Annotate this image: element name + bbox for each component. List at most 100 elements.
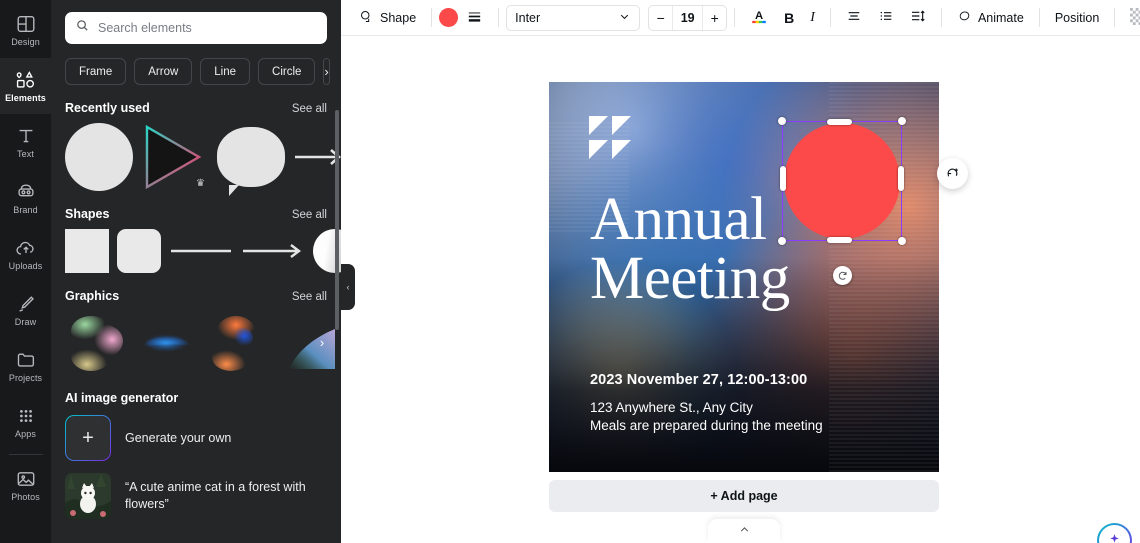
sidebar-item-uploads[interactable]: Uploads bbox=[0, 226, 51, 282]
panel-scrollbar[interactable] bbox=[335, 110, 339, 330]
handle-top-left[interactable] bbox=[778, 117, 786, 125]
sidebar-item-projects[interactable]: Projects bbox=[0, 338, 51, 394]
handle-left[interactable] bbox=[780, 166, 786, 191]
see-all-link[interactable]: See all bbox=[292, 209, 327, 221]
animate-label: Animate bbox=[977, 10, 1024, 25]
shape-button[interactable]: Shape bbox=[351, 4, 424, 32]
font-size-decrease[interactable]: − bbox=[649, 6, 672, 30]
main-area: Shape Inter − 19 + A B I Animate Positio… bbox=[341, 0, 1140, 543]
elements-icon bbox=[15, 69, 37, 91]
shape-thumb-line[interactable] bbox=[169, 229, 233, 273]
poster-address-line2: Meals are prepared during the meeting bbox=[590, 417, 823, 433]
sidebar-item-label: Brand bbox=[13, 205, 38, 215]
search-placeholder: Search elements bbox=[98, 21, 192, 35]
section-title: Shapes bbox=[65, 207, 110, 221]
fill-color-swatch[interactable] bbox=[439, 8, 459, 27]
left-rail: Design Elements Text Brand Uploads Draw … bbox=[0, 0, 51, 543]
font-size-stepper[interactable]: − 19 + bbox=[648, 4, 728, 31]
sidebar-item-apps[interactable]: Apps bbox=[0, 394, 51, 450]
ai-generate-row[interactable]: + Generate your own bbox=[51, 415, 341, 461]
sidebar-item-label: Text bbox=[17, 149, 34, 159]
element-thumb-triangle[interactable]: ♛ bbox=[141, 123, 209, 191]
poster-date[interactable]: 2023 November 27, 12:00-13:00 bbox=[590, 372, 807, 388]
shape-thumb-square[interactable] bbox=[65, 229, 109, 273]
toolbar-divider bbox=[1038, 8, 1040, 27]
sidebar-item-design[interactable]: Design bbox=[0, 2, 51, 58]
font-size-value[interactable]: 19 bbox=[672, 5, 704, 30]
section-header-graphics: Graphics See all bbox=[65, 289, 327, 303]
handle-top-right[interactable] bbox=[898, 117, 906, 125]
add-animation-button[interactable] bbox=[937, 158, 968, 189]
poster-title-line2: Meeting bbox=[590, 245, 790, 313]
canva-editor: Design Elements Text Brand Uploads Draw … bbox=[0, 0, 1140, 543]
poster-title[interactable]: Annual Meeting bbox=[590, 189, 790, 313]
poster-address[interactable]: 123 Anywhere St., Any City Meals are pre… bbox=[590, 399, 823, 435]
chips-next-button[interactable]: › bbox=[323, 58, 330, 85]
chip-circle[interactable]: Circle bbox=[258, 58, 316, 85]
sidebar-item-text[interactable]: Text bbox=[0, 114, 51, 170]
handle-right[interactable] bbox=[898, 166, 904, 191]
graphics-next-button[interactable]: › bbox=[311, 331, 333, 353]
font-family-select[interactable]: Inter bbox=[506, 4, 641, 31]
toolbar-divider bbox=[1114, 8, 1116, 27]
font-size-increase[interactable]: + bbox=[703, 6, 726, 30]
ai-prompt-row[interactable]: “A cute anime cat in a forest with flowe… bbox=[51, 473, 341, 519]
border-style-button[interactable] bbox=[458, 4, 491, 32]
graphic-thumb-3[interactable] bbox=[205, 311, 267, 373]
shape-thumb-rounded-square[interactable] bbox=[117, 229, 161, 273]
line-spacing-button[interactable] bbox=[902, 4, 934, 32]
transparency-button[interactable] bbox=[1122, 4, 1140, 32]
see-all-link[interactable]: See all bbox=[292, 291, 327, 303]
element-thumb-arrow[interactable] bbox=[293, 123, 341, 191]
top-toolbar: Shape Inter − 19 + A B I Animate Positio… bbox=[341, 0, 1140, 36]
expand-panel-tab[interactable] bbox=[708, 519, 780, 543]
apps-icon bbox=[15, 405, 37, 427]
sidebar-item-brand[interactable]: Brand bbox=[0, 170, 51, 226]
border-style-icon bbox=[466, 8, 483, 28]
animate-button[interactable]: Animate bbox=[949, 4, 1032, 32]
text-color-button[interactable]: A bbox=[742, 4, 776, 32]
chip-line[interactable]: Line bbox=[200, 58, 251, 85]
graphic-thumb-2[interactable] bbox=[135, 311, 197, 373]
ai-prompt-text: “A cute anime cat in a forest with flowe… bbox=[125, 480, 306, 511]
ai-generator-title: AI image generator bbox=[65, 391, 179, 405]
handle-top[interactable] bbox=[827, 119, 852, 125]
element-thumb-circle[interactable] bbox=[65, 123, 133, 191]
shape-thumb-arrow[interactable] bbox=[241, 229, 305, 273]
draw-icon bbox=[15, 293, 37, 315]
toolbar-divider bbox=[734, 8, 736, 27]
see-all-link[interactable]: See all bbox=[292, 103, 327, 115]
design-canvas[interactable]: Annual Meeting 2023 November 27, 12:00-1… bbox=[549, 82, 939, 472]
generate-your-own-button[interactable]: + bbox=[65, 415, 111, 461]
toolbar-divider bbox=[431, 8, 433, 27]
shapes-next-button[interactable]: › bbox=[311, 240, 333, 262]
sidebar-item-elements[interactable]: Elements bbox=[0, 58, 51, 114]
bold-label: B bbox=[784, 9, 795, 26]
ai-prompt-thumbnail[interactable] bbox=[65, 473, 111, 519]
italic-button[interactable]: I bbox=[802, 4, 823, 32]
handle-bottom-left[interactable] bbox=[778, 237, 786, 245]
svg-text:A: A bbox=[755, 10, 763, 22]
handle-bottom-right[interactable] bbox=[898, 237, 906, 245]
sidebar-item-photos[interactable]: Photos bbox=[0, 457, 51, 513]
chip-arrow[interactable]: Arrow bbox=[134, 58, 193, 85]
uploads-icon bbox=[15, 237, 37, 259]
align-button[interactable] bbox=[838, 4, 870, 32]
bold-button[interactable]: B bbox=[776, 4, 802, 32]
rotate-handle-icon[interactable] bbox=[833, 266, 852, 285]
section-title: Graphics bbox=[65, 289, 120, 303]
chip-frame[interactable]: Frame bbox=[65, 58, 127, 85]
category-chips: Frame Arrow Line Circle › bbox=[65, 58, 330, 85]
generate-your-own-label: Generate your own bbox=[125, 430, 232, 445]
position-button[interactable]: Position bbox=[1047, 4, 1107, 32]
collapse-panel-button[interactable]: ‹ bbox=[341, 264, 355, 310]
magic-assistant-button[interactable] bbox=[1097, 523, 1132, 543]
add-page-button[interactable]: + Add page bbox=[549, 480, 939, 512]
search-input[interactable]: Search elements bbox=[65, 12, 327, 44]
element-thumb-speech-bubble[interactable] bbox=[217, 127, 285, 196]
sidebar-item-draw[interactable]: Draw bbox=[0, 282, 51, 338]
graphic-thumb-1[interactable] bbox=[65, 311, 127, 373]
bullet-list-button[interactable] bbox=[870, 4, 902, 32]
handle-bottom[interactable] bbox=[827, 237, 852, 243]
poster-address-line1: 123 Anywhere St., Any City bbox=[590, 400, 753, 415]
